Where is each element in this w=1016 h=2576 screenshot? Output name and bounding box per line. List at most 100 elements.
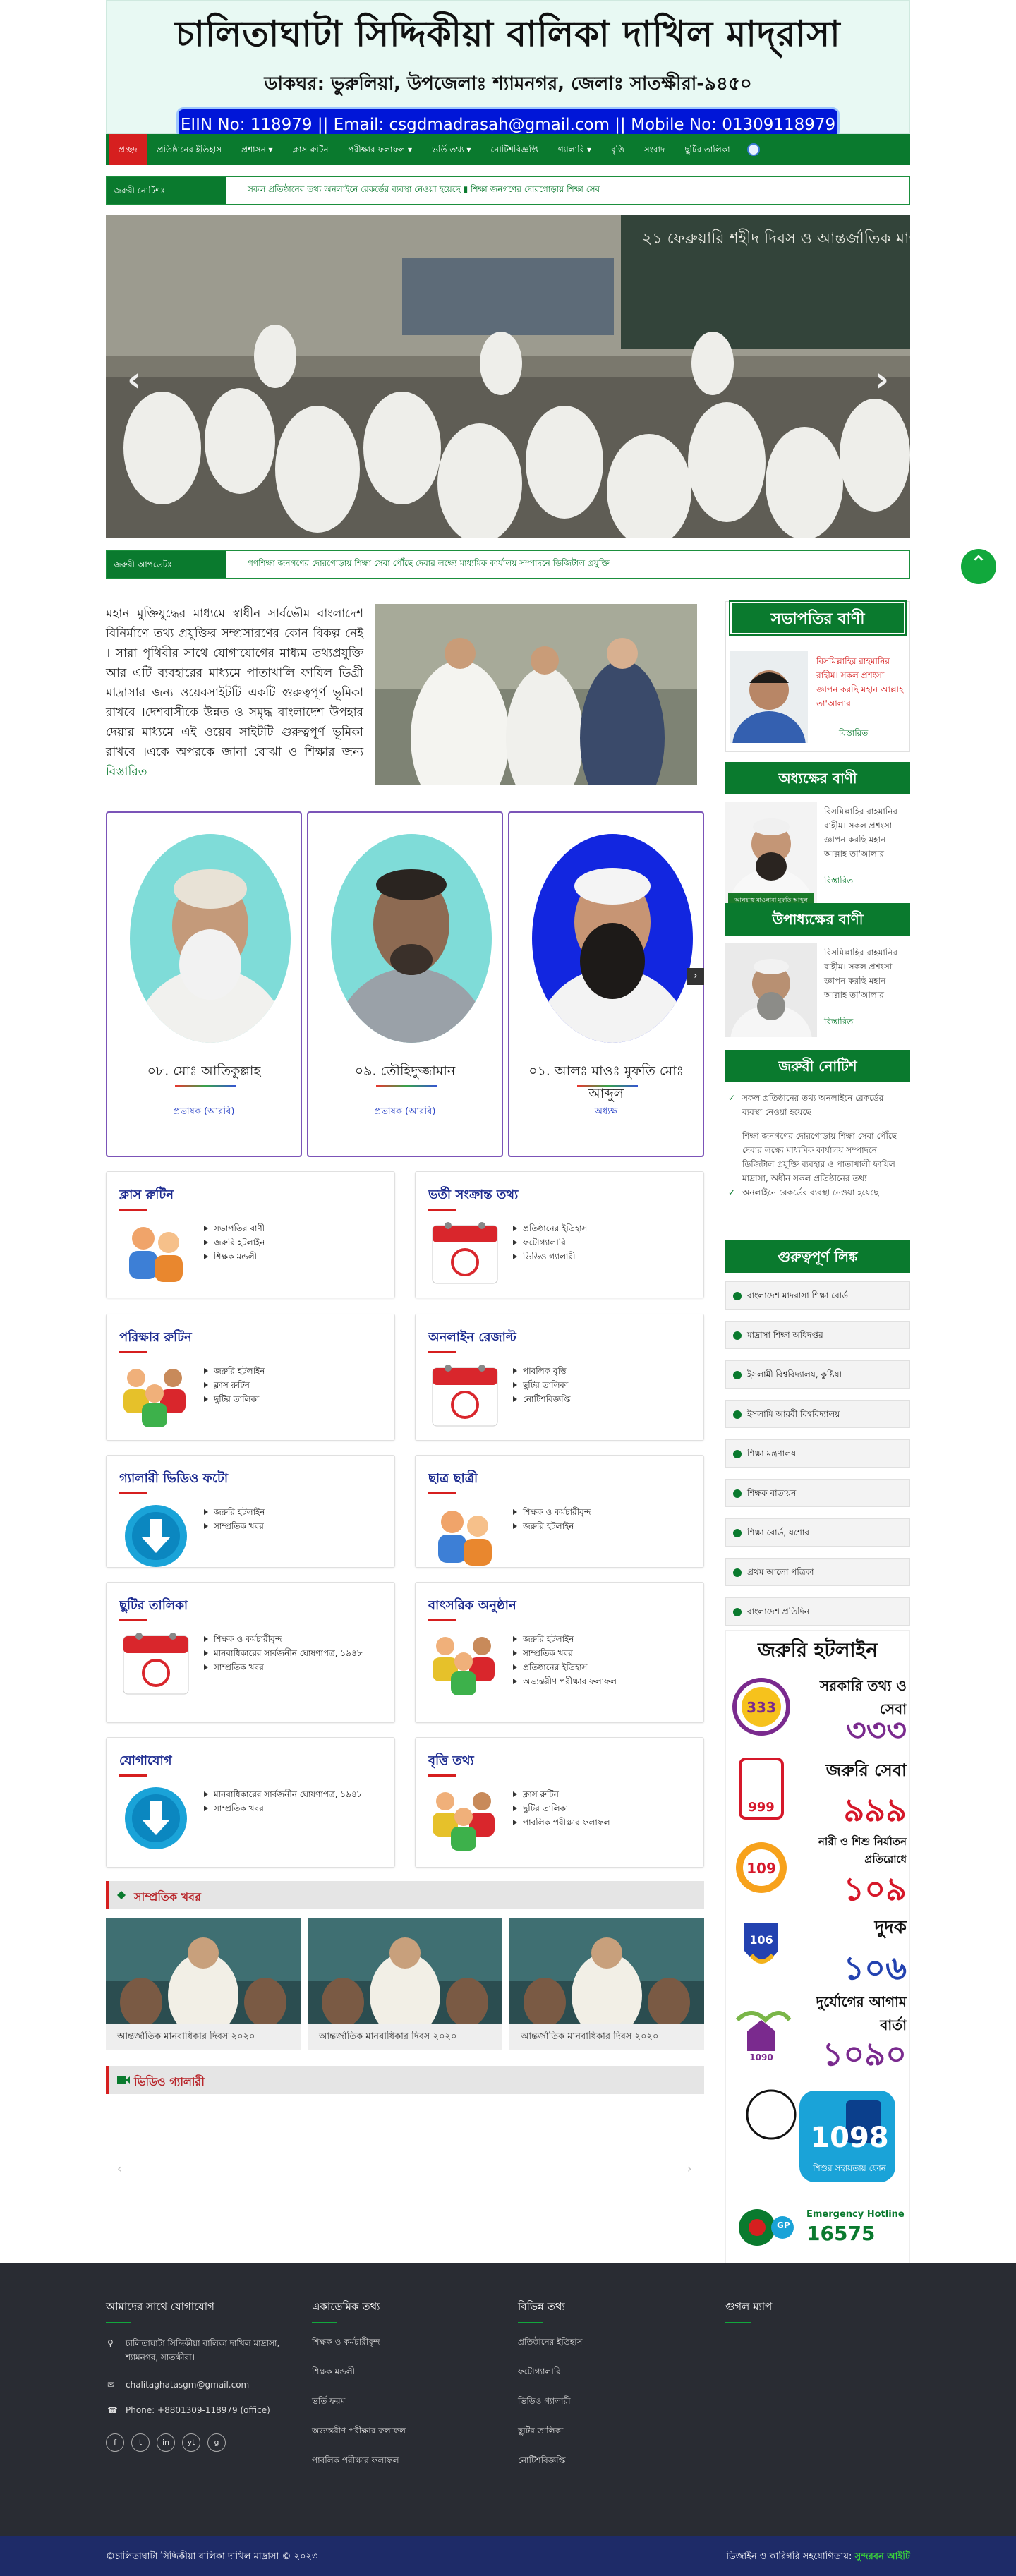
news-card[interactable]: আন্তর্জাতিক মানবাধিকার দিবস ২০২০ [509,1918,704,2050]
important-link[interactable]: শিক্ষা মন্ত্রণালয় [725,1439,910,1468]
box-title[interactable]: যোগাযোগ [119,1750,172,1777]
youtube-icon[interactable]: yt [182,2433,200,2452]
box-link[interactable]: নোটিশবিজ্ঞপ্তি [513,1392,570,1406]
box-link[interactable]: জরুরি হটলাইন [204,1235,265,1250]
news-card[interactable]: আন্তর্জাতিক মানবাধিকার দিবস ২০২০ [106,1918,301,2050]
box-title[interactable]: ক্লাস রুটিন [119,1185,174,1211]
footer-email[interactable]: ✉ chalitaghatasgm@gmail.com [106,2380,282,2390]
footer-link[interactable]: পাবলিক পরীক্ষার ফলাফল [312,2455,488,2469]
credit-brand-link[interactable]: সুন্দরবন আইটি [855,2551,910,2562]
footer-link[interactable]: ফটোগ্যালারি [518,2366,694,2380]
teacher-card[interactable]: ০৯. তৌহিদুজ্জামান প্রভাষক (আরবি) [307,811,503,1157]
important-link[interactable]: ইসলামী বিশ্ববিদ্যালয়, কুষ্টিয়া [725,1360,910,1389]
important-link[interactable]: শিক্ষা বোর্ড, যশোর [725,1518,910,1547]
box-link[interactable]: সাম্প্রতিক খবর [513,1646,617,1660]
footer-link[interactable]: শিক্ষক ও কর্মচারীবৃন্দ [312,2336,488,2350]
nav-administration[interactable]: প্রশাসন ▾ [231,134,282,165]
about-more-link[interactable]: বিস্তারিত [106,765,147,779]
nav-scholarship[interactable]: বৃত্তি [601,134,634,165]
facebook-icon[interactable]: f [106,2433,124,2452]
nav-home[interactable]: প্রচ্ছদ [109,134,147,165]
notice-item[interactable]: ✓ সকল প্রতিষ্ঠানের তথ্য অনলাইনে রেকর্ডের … [725,1091,910,1119]
footer-link[interactable]: ছুটির তালিকা [518,2425,694,2439]
scroll-top-button[interactable]: ⌃ [961,549,996,584]
slider-next-button[interactable]: › [875,360,889,399]
box-link[interactable]: সাম্প্রতিক খবর [204,1801,363,1815]
box-link[interactable]: জরুরি হটলাইন [204,1364,265,1378]
box-link[interactable]: জরুরি হটলাইন [513,1519,591,1533]
box-link[interactable]: ছুটির তালিকা [513,1801,610,1815]
box-link[interactable]: জরুরি হটলাইন [513,1632,617,1646]
box-title[interactable]: ছুটির তালিকা [119,1595,188,1621]
box-link[interactable]: সাম্প্রতিক খবর [204,1519,265,1533]
linkedin-icon[interactable]: in [157,2433,175,2452]
nav-news[interactable]: সংবাদ [634,134,675,165]
box-link[interactable]: পাবলিক পরীক্ষার ফলাফল [513,1815,610,1830]
important-link[interactable]: মাদ্রাসা শিক্ষা অধিদপ্তর [725,1321,910,1349]
teacher-card[interactable]: ০১. আলঃ মাওঃ মুফতি মোঃ আব্দুল অধ্যক্ষ [508,811,704,1157]
important-link[interactable]: ইসলামি আরবী বিশ্ববিদ্যালয় [725,1400,910,1428]
box-title[interactable]: ছাত্র ছাত্রী [428,1468,478,1494]
news-caption[interactable]: আন্তর্জাতিক মানবাধিকার দিবস ২০২০ [106,2024,301,2050]
hotline-106[interactable]: 106 দুদক ১০৬ [730,1913,907,1987]
box-link[interactable]: ভিডিও গ্যালারী [513,1250,587,1264]
gp-emergency-hotline[interactable]: GP Emergency Hotline 16575 [736,2206,905,2249]
box-link[interactable]: প্রতিষ্ঠানের ইতিহাস [513,1221,587,1235]
box-link[interactable]: শিক্ষক ও কর্মচারীবৃন্দ [204,1632,363,1646]
box-link[interactable]: ছুটির তালিকা [204,1392,265,1406]
nav-gallery[interactable]: গ্যালারি ▾ [548,134,601,165]
box-link[interactable]: সভাপতির বাণী [204,1221,265,1235]
news-card[interactable]: আন্তর্জাতিক মানবাধিকার দিবস ২০২০ [308,1918,502,2050]
nav-admission[interactable]: ভর্তি তথ্য ▾ [422,134,480,165]
footer-link[interactable]: শিক্ষক মন্ডলী [312,2366,488,2380]
nav-notices[interactable]: নোটিশবিজ্ঞপ্তি [480,134,548,165]
box-link[interactable]: ক্লাস রুটিন [513,1787,610,1801]
video-prev-button[interactable]: ‹ [117,2162,121,2175]
box-link[interactable]: পাবলিক বৃত্তি [513,1364,570,1378]
box-link[interactable]: মানবাধিকারের সার্বজনীন ঘোষণাপত্র, ১৯৪৮ [204,1787,363,1801]
important-link[interactable]: বাংলাদেশ প্রতিদিন [725,1597,910,1626]
box-link[interactable]: ক্লাস রুটিন [204,1378,265,1392]
user-icon[interactable] [746,143,760,156]
footer-link[interactable]: অভ্যন্তরীণ পরীক্ষার ফলাফল [312,2425,488,2439]
box-link[interactable]: ছুটির তালিকা [513,1378,570,1392]
carousel-next-button[interactable]: › [687,968,704,985]
twitter-icon[interactable]: t [131,2433,150,2452]
box-title[interactable]: ভর্তী সংক্রান্ত তথ্য [428,1185,518,1211]
president-more-link[interactable]: বিস্তারিত [839,727,868,742]
nav-holidays[interactable]: ছুটির তালিকা [675,134,739,165]
principal-more-link[interactable]: বিস্তারিত [824,875,853,889]
nav-history[interactable]: প্রতিষ্ঠানের ইতিহাস [147,134,231,165]
box-link[interactable]: শিক্ষক মন্ডলী [204,1250,265,1264]
important-link[interactable]: বাংলাদেশ মাদরাসা শিক্ষা বোর্ড [725,1281,910,1310]
footer-link[interactable]: ভিডিও গ্যালারী [518,2395,694,2409]
notice-item[interactable]: ✓ শিক্ষা জনগণের দোরগোড়ায় শিক্ষা সেবা পৌ… [725,1129,910,1199]
hotline-999[interactable]: 999 জরুরি সেবা ৯৯৯ [730,1755,907,1829]
box-link[interactable]: ফটোগ্যালারি [513,1235,587,1250]
hotline-333[interactable]: 333 সরকারি তথ্য ও সেবা ৩৩৩ [730,1676,907,1748]
footer-link[interactable]: প্রতিষ্ঠানের ইতিহাস [518,2336,694,2350]
box-title[interactable]: বাৎসরিক অনুষ্ঠান [428,1595,516,1621]
nav-class-routine[interactable]: ক্লাস রুটিন [283,134,339,165]
footer-link[interactable]: নোটিশবিজ্ঞপ্তি [518,2455,694,2469]
box-link[interactable]: অভ্যন্তরীণ পরীক্ষার ফলাফল [513,1674,617,1688]
news-caption[interactable]: আন্তর্জাতিক মানবাধিকার দিবস ২০২০ [308,2024,502,2050]
box-link[interactable]: প্রতিষ্ঠানের ইতিহাস [513,1660,617,1674]
child-helpline[interactable]: 1098 শিশুর সহায়তায় ফোন [740,2079,897,2192]
footer-link[interactable]: ভর্তি ফরম [312,2395,488,2409]
box-title[interactable]: বৃত্তি তথ্য [428,1750,474,1777]
hotline-1090[interactable]: 1090 দুর্যোগের আগাম বার্তা ১০৯০ [730,1992,907,2073]
notice-ticker-text[interactable]: সকল প্রতিষ্ঠানের তথ্য অনলাইনে রেকর্ডের ব… [226,183,600,198]
news-caption[interactable]: আন্তর্জাতিক মানবাধিকার দিবস ২০২০ [509,2024,704,2050]
footer-phone[interactable]: ☎ Phone: +8801309-118979 (office) [106,2405,282,2415]
slider-prev-button[interactable]: ‹ [127,360,141,399]
vice-more-link[interactable]: বিস্তারিত [824,1016,853,1030]
box-link[interactable]: জরুরি হটলাইন [204,1505,265,1519]
important-link[interactable]: প্রথম আলো পত্রিকা [725,1558,910,1586]
box-link[interactable]: মানবাধিকারের সার্বজনীন ঘোষণাপত্র, ১৯৪৮ [204,1646,363,1660]
google-icon[interactable]: g [207,2433,226,2452]
update-ticker-text[interactable]: গণশিক্ষা জনগণের দোরগোড়ায় শিক্ষা সেবা প… [226,557,610,572]
video-next-button[interactable]: › [687,2162,691,2175]
box-title[interactable]: পরিক্ষার রুটিন [119,1327,192,1353]
box-title[interactable]: অনলাইন রেজাল্ট [428,1327,516,1353]
